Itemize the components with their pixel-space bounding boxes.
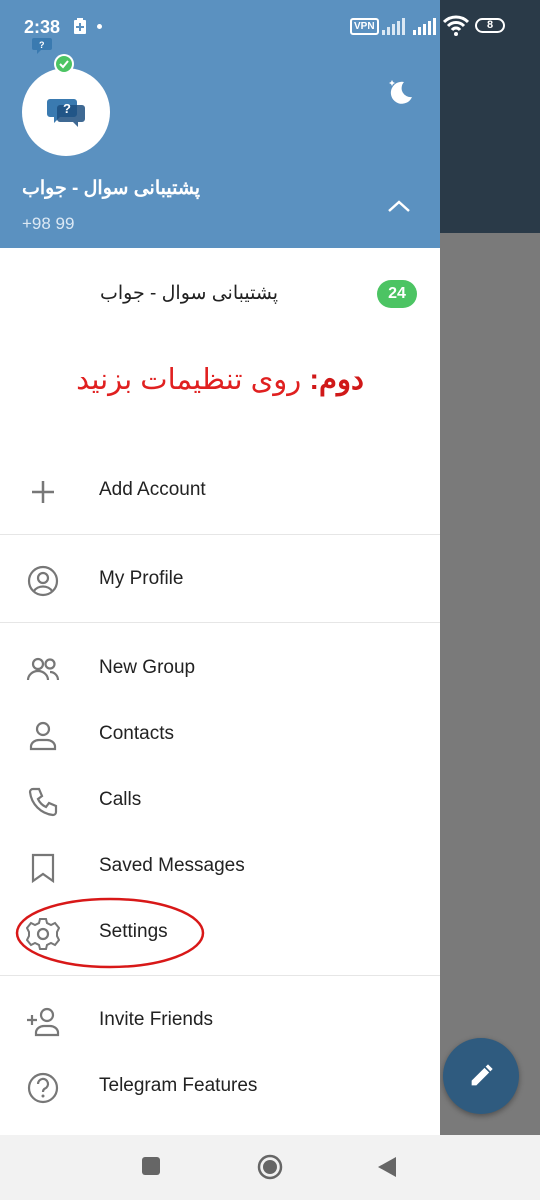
signal-icon bbox=[413, 18, 436, 35]
account-name: پشتیبانی سوال - جواب bbox=[22, 178, 201, 199]
vpn-badge: VPN bbox=[350, 18, 379, 35]
menu-item-invite-friends[interactable]: Invite Friends bbox=[0, 991, 440, 1051]
triangle-back-icon[interactable] bbox=[376, 1155, 398, 1179]
compose-fab-button[interactable] bbox=[443, 1038, 519, 1114]
battery-icon: 8 bbox=[475, 18, 505, 33]
bookmark-icon bbox=[31, 853, 55, 884]
background-chat-list bbox=[440, 233, 540, 1135]
battery-saver-icon bbox=[74, 18, 86, 34]
svg-text:?: ? bbox=[63, 101, 71, 116]
question-chat-icon: ? bbox=[47, 99, 85, 127]
instruction-text: روی تنظیمات بزنید bbox=[76, 364, 310, 396]
profile-circle-icon bbox=[27, 565, 59, 597]
menu-item-contacts[interactable]: Contacts bbox=[0, 705, 440, 765]
status-bar: 2:38 VPN 8 bbox=[0, 0, 540, 52]
menu-label: My Profile bbox=[99, 568, 184, 589]
svg-text:?: ? bbox=[39, 40, 45, 50]
navigation-drawer: ? پشتیبانی سوال - جواب +98 99 2:38 VPN 8… bbox=[0, 0, 505, 1135]
menu-item-my-profile[interactable]: My Profile bbox=[0, 550, 440, 610]
menu-item-calls[interactable]: Calls bbox=[0, 771, 440, 831]
pencil-icon bbox=[471, 1064, 493, 1086]
menu-label: New Group bbox=[99, 657, 196, 678]
unread-count-badge: 24 bbox=[377, 280, 417, 308]
chevron-up-icon[interactable] bbox=[385, 194, 413, 218]
menu-label: Telegram Features bbox=[99, 1075, 258, 1096]
instruction-annotation: دوم: روی تنظیمات بزنید bbox=[0, 362, 440, 397]
menu-item-new-group[interactable]: New Group bbox=[0, 639, 440, 699]
question-circle-icon bbox=[27, 1072, 59, 1104]
divider bbox=[0, 622, 440, 623]
circle-icon[interactable] bbox=[257, 1154, 283, 1180]
menu-label: Contacts bbox=[99, 723, 174, 744]
instruction-prefix: دوم: bbox=[309, 364, 364, 396]
highlight-ellipse bbox=[15, 897, 205, 969]
person-icon bbox=[29, 721, 57, 751]
signal-icon bbox=[382, 18, 405, 35]
account-row-name: پشتیبانی سوال - جواب bbox=[100, 283, 279, 304]
plus-icon bbox=[32, 481, 54, 503]
menu-item-telegram-features[interactable]: Telegram Features bbox=[0, 1057, 440, 1117]
add-person-icon bbox=[27, 1007, 60, 1037]
menu-label: Invite Friends bbox=[99, 1009, 214, 1030]
avatar[interactable]: ? bbox=[22, 68, 110, 156]
menu-item-saved-messages[interactable]: Saved Messages bbox=[0, 837, 440, 897]
wifi-icon bbox=[443, 15, 469, 36]
phone-icon bbox=[28, 787, 58, 817]
divider bbox=[0, 534, 440, 535]
notification-dot-icon bbox=[97, 24, 102, 29]
group-icon bbox=[26, 657, 60, 681]
divider bbox=[0, 975, 440, 976]
menu-label: Add Account bbox=[99, 479, 206, 500]
account-avatar-icon: ? bbox=[32, 38, 74, 74]
menu-label: Saved Messages bbox=[99, 855, 245, 876]
menu-label: Calls bbox=[99, 789, 142, 810]
square-icon[interactable] bbox=[142, 1157, 160, 1175]
account-phone: +98 99 bbox=[22, 214, 75, 233]
menu-item-add-account[interactable]: Add Account bbox=[0, 461, 440, 521]
moon-icon[interactable] bbox=[384, 76, 416, 108]
